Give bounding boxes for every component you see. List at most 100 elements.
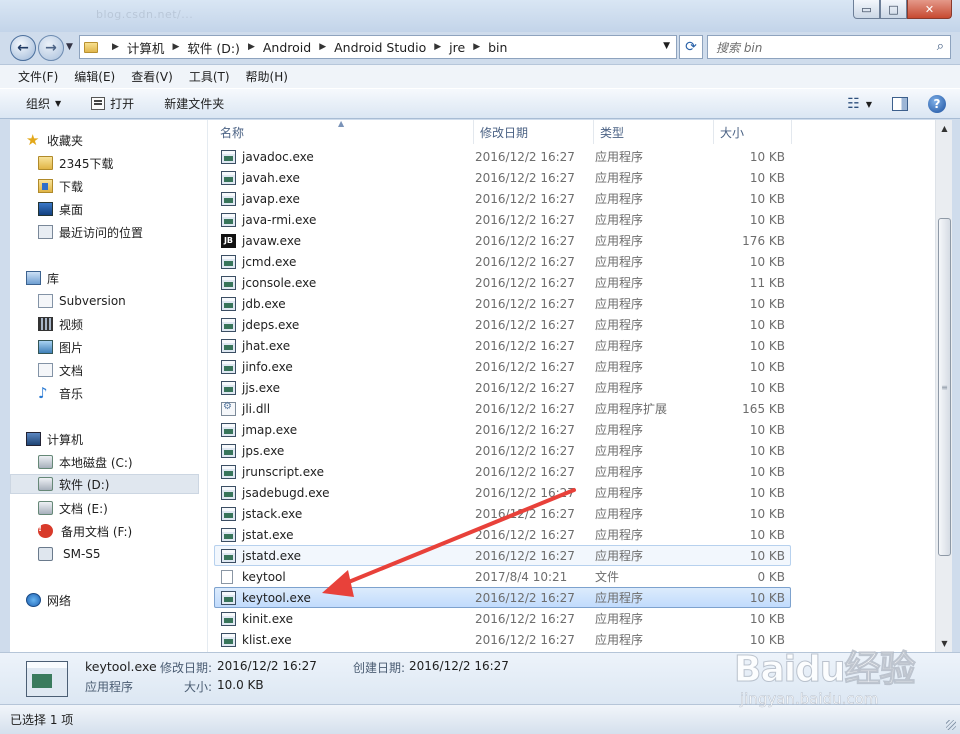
table-row[interactable]: javap.exe 2016/12/2 16:27 应用程序 10 KB: [214, 188, 791, 209]
breadcrumb-jre[interactable]: jre: [449, 40, 465, 55]
preview-pane-icon[interactable]: [892, 97, 908, 111]
search-icon[interactable]: ⌕: [937, 39, 944, 54]
new-folder-button[interactable]: 新建文件夹: [164, 95, 224, 112]
table-row[interactable]: jli.dll 2016/12/2 16:27 应用程序扩展 165 KB: [214, 398, 791, 419]
chevron-right-icon[interactable]: ▶: [319, 42, 326, 52]
chevron-right-icon[interactable]: ▶: [248, 42, 255, 52]
file-list[interactable]: ▲ 名称 修改日期 类型 大小 javadoc.exe 2016/12/2 16:…: [207, 120, 935, 652]
table-row[interactable]: jsadebugd.exe 2016/12/2 16:27 应用程序 10 KB: [214, 482, 791, 503]
resize-grip-icon[interactable]: [946, 720, 956, 730]
maximize-button[interactable]: □: [880, 0, 907, 19]
help-icon[interactable]: ?: [928, 95, 946, 113]
menu-edit[interactable]: 编辑(E): [74, 68, 115, 85]
nav-network[interactable]: 网络: [26, 590, 207, 610]
column-header-type[interactable]: 类型: [594, 120, 714, 144]
table-row[interactable]: jmap.exe 2016/12/2 16:27 应用程序 10 KB: [214, 419, 791, 440]
network-icon: [26, 593, 41, 607]
open-button[interactable]: 打开: [91, 95, 134, 112]
nav-item-drive-f[interactable]: ! 备用文档 (F:): [38, 521, 207, 541]
forward-button[interactable]: →: [38, 35, 64, 61]
menu-help[interactable]: 帮助(H): [246, 68, 288, 85]
chevron-right-icon[interactable]: ▶: [172, 42, 179, 52]
exe-icon: [221, 632, 236, 647]
close-button[interactable]: ✕: [907, 0, 952, 19]
table-row[interactable]: jstat.exe 2016/12/2 16:27 应用程序 10 KB: [214, 524, 791, 545]
nav-item-subversion[interactable]: Subversion: [38, 291, 207, 311]
file-name-cell: jps.exe: [215, 443, 475, 458]
menu-file[interactable]: 文件(F): [18, 68, 58, 85]
table-row[interactable]: keytool.exe 2016/12/2 16:27 应用程序 10 KB: [214, 587, 791, 608]
scrollbar-thumb[interactable]: ≡: [938, 218, 951, 556]
nav-item-videos[interactable]: 视频: [38, 314, 207, 334]
file-date: 2016/12/2 16:27: [475, 611, 575, 626]
table-row[interactable]: jdb.exe 2016/12/2 16:27 应用程序 10 KB: [214, 293, 791, 314]
menu-view[interactable]: 查看(V): [131, 68, 173, 85]
nav-computer[interactable]: 计算机: [26, 429, 207, 449]
scroll-up-icon[interactable]: ▲: [936, 120, 953, 137]
chevron-right-icon[interactable]: ▶: [112, 42, 119, 52]
table-row[interactable]: JB javaw.exe 2016/12/2 16:27 应用程序 176 KB: [214, 230, 791, 251]
menu-tools[interactable]: 工具(T): [189, 68, 230, 85]
table-row[interactable]: klist.exe 2016/12/2 16:27 应用程序 10 KB: [214, 629, 791, 650]
table-row[interactable]: java-rmi.exe 2016/12/2 16:27 应用程序 10 KB: [214, 209, 791, 230]
table-row[interactable]: jcmd.exe 2016/12/2 16:27 应用程序 10 KB: [214, 251, 791, 272]
file-name-cell: jjs.exe: [215, 380, 475, 395]
nav-item-desktop[interactable]: 桌面: [38, 199, 207, 219]
breadcrumb-computer[interactable]: 计算机: [127, 38, 165, 57]
nav-favorites[interactable]: ★ 收藏夹: [26, 130, 207, 150]
table-row[interactable]: jps.exe 2016/12/2 16:27 应用程序 10 KB: [214, 440, 791, 461]
table-row[interactable]: jstatd.exe 2016/12/2 16:27 应用程序 10 KB: [214, 545, 791, 566]
nav-item-music[interactable]: ♪ 音乐: [38, 383, 207, 403]
navigation-pane[interactable]: ★ 收藏夹 2345下载 下载 桌面 最近访问的位置 库 Subversion …: [10, 120, 207, 652]
address-bar[interactable]: ▶ 计算机 ▶ 软件 (D:) ▶ Android ▶ Android Stud…: [79, 35, 677, 59]
vertical-scrollbar[interactable]: ▲ ≡ ▼: [935, 120, 952, 652]
nav-item-documents[interactable]: 文档: [38, 360, 207, 380]
table-row[interactable]: jhat.exe 2016/12/2 16:27 应用程序 10 KB: [214, 335, 791, 356]
nav-item-downloads[interactable]: 下载: [38, 176, 207, 196]
search-input[interactable]: 搜索 bin ⌕: [707, 35, 951, 59]
file-type: 应用程序: [595, 633, 644, 647]
table-row[interactable]: jconsole.exe 2016/12/2 16:27 应用程序 11 KB: [214, 272, 791, 293]
chevron-right-icon[interactable]: ▶: [473, 42, 480, 52]
file-name-cell: javadoc.exe: [215, 149, 475, 164]
breadcrumb-android[interactable]: Android: [263, 40, 311, 55]
table-row[interactable]: keytool 2017/8/4 10:21 文件 0 KB: [214, 566, 791, 587]
table-row[interactable]: jinfo.exe 2016/12/2 16:27 应用程序 10 KB: [214, 356, 791, 377]
nav-libraries[interactable]: 库: [26, 268, 207, 288]
table-row[interactable]: javah.exe 2016/12/2 16:27 应用程序 10 KB: [214, 167, 791, 188]
breadcrumb-drive-d[interactable]: 软件 (D:): [187, 38, 240, 57]
view-options-icon[interactable]: ☷: [847, 96, 860, 112]
column-header-date[interactable]: 修改日期: [474, 120, 594, 144]
nav-item-2345-downloads[interactable]: 2345下载: [38, 153, 207, 173]
table-row[interactable]: jstack.exe 2016/12/2 16:27 应用程序 10 KB: [214, 503, 791, 524]
column-header-row: ▲ 名称 修改日期 类型 大小: [208, 120, 935, 144]
minimize-button[interactable]: ▭: [853, 0, 880, 19]
recent-pages-dropdown-icon[interactable]: ▼: [66, 42, 73, 52]
table-row[interactable]: kinit.exe 2016/12/2 16:27 应用程序 10 KB: [214, 608, 791, 629]
nav-item-drive-c[interactable]: 本地磁盘 (C:): [38, 452, 207, 472]
table-row[interactable]: jdeps.exe 2016/12/2 16:27 应用程序 10 KB: [214, 314, 791, 335]
nav-item-recent-places[interactable]: 最近访问的位置: [38, 222, 207, 242]
table-row[interactable]: javadoc.exe 2016/12/2 16:27 应用程序 10 KB: [214, 146, 791, 167]
chevron-right-icon[interactable]: ▶: [434, 42, 441, 52]
breadcrumb-android-studio[interactable]: Android Studio: [334, 40, 426, 55]
nav-item-drive-e[interactable]: 文档 (E:): [38, 498, 207, 518]
file-name: jstat.exe: [242, 527, 294, 542]
scroll-down-icon[interactable]: ▼: [936, 635, 953, 652]
address-history-dropdown-icon[interactable]: ▼: [663, 41, 670, 51]
organize-button[interactable]: 组织 ▼: [26, 95, 61, 112]
table-row[interactable]: jjs.exe 2016/12/2 16:27 应用程序 10 KB: [214, 377, 791, 398]
file-name: jmap.exe: [242, 422, 298, 437]
column-header-name[interactable]: ▲ 名称: [208, 120, 474, 144]
refresh-button[interactable]: ⟳: [679, 35, 703, 59]
nav-item-pictures[interactable]: 图片: [38, 337, 207, 357]
breadcrumb-bin[interactable]: bin: [488, 40, 507, 55]
column-header-size[interactable]: 大小: [714, 120, 792, 144]
table-row[interactable]: jrunscript.exe 2016/12/2 16:27 应用程序 10 KB: [214, 461, 791, 482]
refresh-icon: ⟳: [685, 39, 697, 55]
exe-icon: [221, 317, 236, 332]
back-button[interactable]: ←: [10, 35, 36, 61]
nav-item-drive-d[interactable]: 软件 (D:): [10, 474, 199, 494]
nav-item-sm-s5[interactable]: SM-S5: [38, 544, 207, 564]
view-dropdown-icon[interactable]: ▼: [866, 100, 872, 109]
